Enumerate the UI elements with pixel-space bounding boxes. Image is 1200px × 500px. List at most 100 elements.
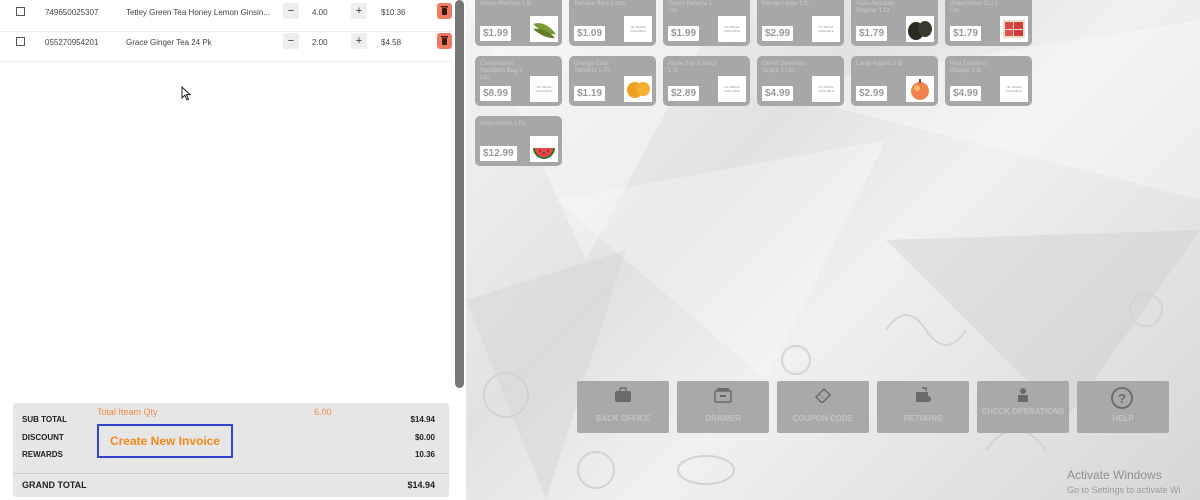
product-price: $2.99: [762, 26, 794, 41]
green-plantain-image: [530, 16, 558, 42]
product-tile[interactable]: Red Seedless Grapes 1 lb $4.99 NO IMAGE …: [945, 56, 1032, 106]
product-price: $2.89: [668, 86, 700, 101]
returns-icon: [916, 387, 931, 402]
drawer-icon: [714, 388, 732, 403]
product-tile[interactable]: Watermelon 1 Pc $12.99: [475, 116, 562, 166]
subtotal-value: $14.94: [410, 415, 435, 424]
product-tile[interactable]: Orange Cara Valencia 1 Pc $1.19: [569, 56, 656, 106]
no-image-placeholder: NO IMAGE AVAILABLE: [624, 16, 652, 42]
product-price: $1.99: [668, 26, 700, 41]
rewards-label: REWARDS: [22, 450, 63, 459]
product-name: Watermelon Cut 1 Lbs: [950, 1, 999, 14]
product-name: Apple Fuji X-fancy 1 lb: [668, 61, 717, 74]
increase-qty-button[interactable]: +: [351, 33, 367, 49]
activate-windows-title: Activate Windows: [1067, 468, 1162, 482]
product-name: Clementines Mandarin Bag 3 Lbs: [480, 61, 523, 81]
mouse-cursor-icon: [181, 86, 191, 101]
button-label: DRAWER: [705, 414, 741, 423]
back-office-button[interactable]: BACK OFFICE: [577, 381, 669, 433]
avocado-image: [906, 16, 934, 42]
trash-icon: [441, 6, 448, 15]
product-price: $4.99: [950, 86, 982, 101]
product-name: Large Apples 1 lb: [856, 61, 903, 67]
discount-value: $0.00: [414, 433, 435, 442]
product-panel: Green Plantain 1 lb $1.99 Banana Ripe 1 …: [466, 0, 1200, 500]
cart-row[interactable]: 055270954201 Grace Ginger Tea 24 Pk − 2.…: [0, 30, 452, 62]
increase-qty-button[interactable]: +: [351, 3, 367, 19]
help-icon: ?: [1111, 387, 1133, 409]
product-tile[interactable]: Hass Avocado Regular 1 Ct $1.79: [851, 0, 938, 46]
product-name: Mango Large 1 lb: [762, 1, 809, 7]
no-image-placeholder: NO IMAGE AVAILABLE: [1000, 76, 1028, 102]
product-tile[interactable]: Green Seedless Grape 1 Lbs $4.99 NO IMAG…: [757, 56, 844, 106]
product-name: Red Seedless Grapes 1 lb: [950, 61, 988, 74]
totals-panel: Total Iteam Qty 6.00 SUB TOTAL $14.94 DI…: [13, 403, 449, 497]
product-price: $1.79: [856, 26, 888, 41]
operator-icon: [1018, 388, 1028, 402]
total-item-qty-value: 6.00: [314, 407, 332, 417]
no-image-placeholder: NO IMAGE AVAILABLE: [718, 76, 746, 102]
item-name: Tetley Green Tea Honey Lemon Ginsin...: [126, 8, 270, 17]
button-label: COUPON CODE: [792, 414, 854, 423]
rewards-value: 10.36: [414, 450, 435, 459]
discount-label: DISCOUNT: [22, 433, 64, 442]
coupon-code-button[interactable]: COUPON CODE: [777, 381, 869, 433]
product-name: Green Plantain 1 lb: [480, 1, 532, 7]
cart-panel: 749650025307 Tetley Green Tea Honey Lemo…: [0, 0, 466, 500]
apple-image: [906, 76, 934, 102]
product-tile[interactable]: Large Apples 1 lb $2.99: [851, 56, 938, 106]
watermelon-image: [530, 136, 558, 162]
item-qty: 4.00: [312, 8, 328, 17]
item-code: 749650025307: [45, 8, 99, 17]
product-name: Orange Cara Valencia 1 Pc: [574, 61, 611, 74]
product-tile[interactable]: Banana Ripe 1 Lbs $1.09 NO IMAGE AVAILAB…: [569, 0, 656, 46]
delete-item-button[interactable]: [437, 33, 452, 49]
button-label: BACK OFFICE: [595, 414, 651, 423]
total-item-qty-label: Total Iteam Qty: [97, 407, 158, 417]
delete-item-button[interactable]: [437, 3, 452, 19]
product-price: $1.99: [480, 26, 512, 41]
returns-button[interactable]: RETURNS: [877, 381, 969, 433]
totals-divider: [13, 473, 449, 474]
decrease-qty-button[interactable]: −: [283, 33, 299, 49]
check-operations-button[interactable]: CHECK OPERATIONS: [977, 381, 1069, 433]
create-new-invoice-button[interactable]: Create New Invoice: [97, 424, 233, 458]
product-price: $1.19: [574, 86, 606, 101]
trash-icon: [441, 36, 448, 45]
row-checkbox[interactable]: [16, 7, 25, 16]
no-image-placeholder: NO IMAGE AVAILABLE: [530, 76, 558, 102]
subtotal-label: SUB TOTAL: [22, 415, 68, 424]
row-checkbox[interactable]: [16, 37, 25, 46]
product-name: Green Banana 1 Lbs: [668, 1, 713, 14]
item-price: $4.58: [381, 38, 402, 47]
cart-row[interactable]: 749650025307 Tetley Green Tea Honey Lemo…: [0, 0, 452, 32]
item-qty: 2.00: [312, 38, 328, 47]
item-price: $10.36: [381, 8, 406, 17]
product-tile[interactable]: Green Banana 1 Lbs $1.99 NO IMAGE AVAILA…: [663, 0, 750, 46]
product-price: $12.99: [480, 146, 517, 161]
no-image-placeholder: NO IMAGE AVAILABLE: [812, 16, 840, 42]
drawer-button[interactable]: DRAWER: [677, 381, 769, 433]
activate-windows-subtitle: Go to Settings to activate Wi: [1067, 485, 1181, 495]
product-tile[interactable]: Clementines Mandarin Bag 3 Lbs $8.99 NO …: [475, 56, 562, 106]
product-name: Banana Ripe 1 Lbs: [574, 1, 626, 7]
svg-text:?: ?: [1118, 391, 1126, 406]
product-price: $2.99: [856, 86, 888, 101]
orange-image: [624, 76, 652, 102]
product-tile[interactable]: Watermelon Cut 1 Lbs $1.79: [945, 0, 1032, 46]
button-label: RETURNS: [903, 414, 943, 423]
cart-scrollbar-thumb[interactable]: [455, 0, 464, 388]
item-name: Grace Ginger Tea 24 Pk: [126, 38, 212, 47]
product-price: $1.79: [950, 26, 982, 41]
product-price: $1.09: [574, 26, 606, 41]
product-name: Watermelon 1 Pc: [480, 121, 526, 127]
item-code: 055270954201: [45, 38, 99, 47]
product-tile[interactable]: Green Plantain 1 lb $1.99: [475, 0, 562, 46]
ticket-icon: [814, 387, 832, 403]
no-image-placeholder: NO IMAGE AVAILABLE: [812, 76, 840, 102]
product-tile[interactable]: Mango Large 1 lb $2.99 NO IMAGE AVAILABL…: [757, 0, 844, 46]
product-price: $4.99: [762, 86, 794, 101]
product-tile[interactable]: Apple Fuji X-fancy 1 lb $2.89 NO IMAGE A…: [663, 56, 750, 106]
help-button[interactable]: ? HELP: [1077, 381, 1169, 433]
decrease-qty-button[interactable]: −: [283, 3, 299, 19]
